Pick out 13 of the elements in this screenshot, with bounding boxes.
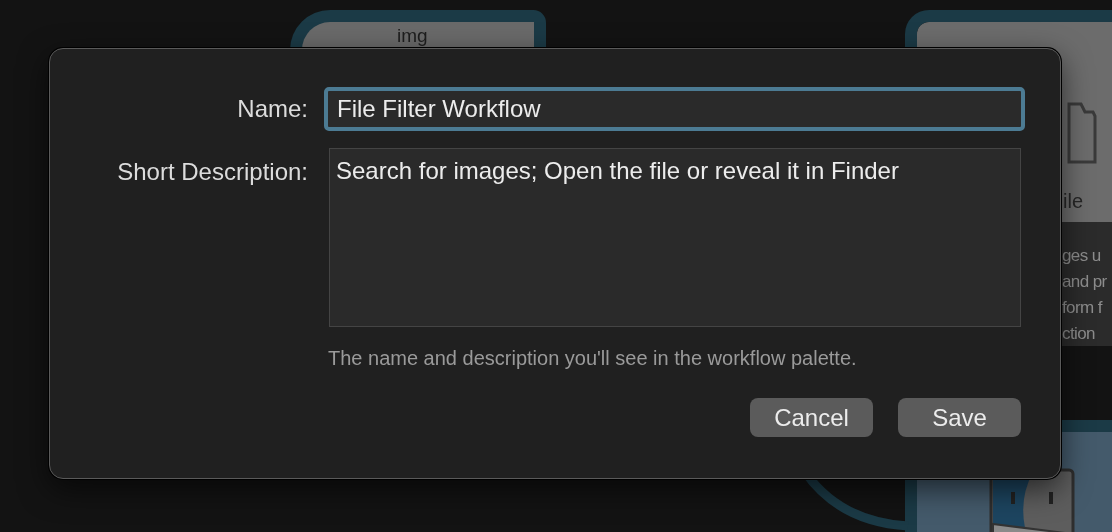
field-label: Short Description:	[117, 157, 308, 186]
hint-text: The name and description you'll see in the workflow palette.	[328, 347, 858, 370]
node-title: ile	[1063, 190, 1083, 212]
node-description: ction	[1062, 323, 1096, 345]
description-field[interactable]: Search for images; Open the file or reveal it in Finder	[329, 148, 1021, 327]
node-description: ges u	[1062, 245, 1102, 267]
cancel-button[interactable]: Cancel	[750, 398, 873, 437]
node-description: and pr	[1062, 271, 1107, 293]
node-title: img	[397, 26, 428, 46]
node-description: form f	[1062, 297, 1104, 319]
name-field[interactable]: File Filter Workflow	[324, 87, 1025, 131]
field-label: Name:	[237, 95, 308, 123]
save-button[interactable]: Save	[898, 398, 1021, 437]
